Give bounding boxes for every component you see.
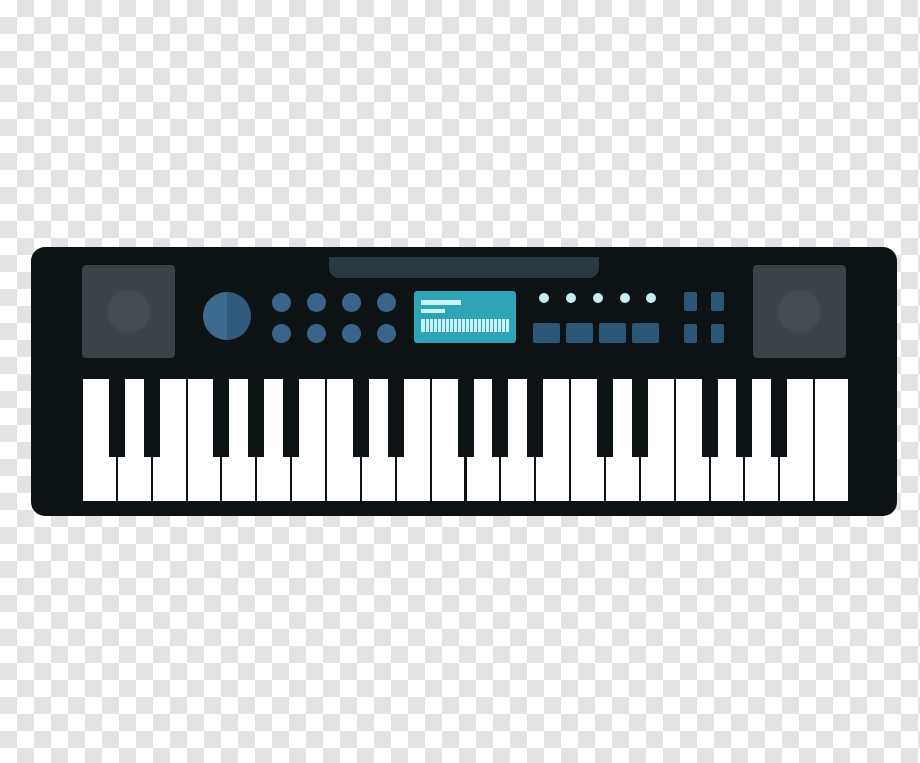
black-key[interactable] bbox=[108, 379, 125, 457]
white-key[interactable] bbox=[815, 379, 848, 501]
black-key[interactable] bbox=[492, 379, 509, 457]
left-speaker bbox=[82, 265, 175, 358]
lcd-key-divider bbox=[425, 319, 426, 332]
piano-keys bbox=[82, 379, 849, 501]
black-key[interactable] bbox=[527, 379, 544, 457]
lcd-key-divider bbox=[505, 319, 506, 332]
knob[interactable] bbox=[307, 293, 326, 312]
lcd-key-divider bbox=[497, 319, 498, 332]
function-pad[interactable] bbox=[599, 323, 626, 343]
lcd-key-divider bbox=[449, 319, 450, 332]
black-key[interactable] bbox=[701, 379, 718, 457]
function-pad[interactable] bbox=[566, 323, 593, 343]
square-button[interactable] bbox=[684, 324, 697, 343]
volume-knob[interactable] bbox=[203, 292, 251, 340]
knob[interactable] bbox=[377, 324, 396, 343]
sheet-music-slot bbox=[329, 257, 599, 278]
indicator-led bbox=[646, 293, 656, 303]
lcd-key-divider bbox=[485, 319, 486, 332]
black-key[interactable] bbox=[387, 379, 404, 457]
function-pad[interactable] bbox=[632, 323, 659, 343]
black-key[interactable] bbox=[771, 379, 788, 457]
lcd-key-divider bbox=[469, 319, 470, 332]
function-pad[interactable] bbox=[533, 323, 560, 343]
lcd-key-divider bbox=[433, 319, 434, 332]
left-speaker-cone bbox=[106, 289, 151, 334]
lcd-screen bbox=[414, 291, 516, 343]
lcd-key-divider bbox=[473, 319, 474, 332]
knob[interactable] bbox=[272, 293, 291, 312]
black-key[interactable] bbox=[631, 379, 648, 457]
lcd-keyboard-graphic bbox=[421, 319, 509, 332]
lcd-key-divider bbox=[501, 319, 502, 332]
lcd-text-line bbox=[421, 300, 461, 305]
lcd-key-divider bbox=[489, 319, 490, 332]
lcd-key-divider bbox=[445, 319, 446, 332]
synthesizer-keyboard bbox=[31, 247, 897, 516]
black-key[interactable] bbox=[596, 379, 613, 457]
knob[interactable] bbox=[377, 293, 396, 312]
black-key[interactable] bbox=[213, 379, 230, 457]
lcd-key-divider bbox=[465, 319, 466, 332]
black-key[interactable] bbox=[352, 379, 369, 457]
lcd-key-divider bbox=[481, 319, 482, 332]
indicator-led bbox=[620, 293, 630, 303]
lcd-key-divider bbox=[457, 319, 458, 332]
indicator-led bbox=[566, 293, 576, 303]
square-button[interactable] bbox=[684, 292, 697, 311]
right-speaker-cone bbox=[777, 289, 822, 334]
square-button[interactable] bbox=[711, 292, 724, 311]
black-key[interactable] bbox=[283, 379, 300, 457]
black-key[interactable] bbox=[457, 379, 474, 457]
knob[interactable] bbox=[342, 324, 361, 343]
knob[interactable] bbox=[272, 324, 291, 343]
black-key[interactable] bbox=[143, 379, 160, 457]
lcd-key-divider bbox=[477, 319, 478, 332]
indicator-led bbox=[539, 293, 549, 303]
right-speaker bbox=[753, 265, 846, 358]
knob[interactable] bbox=[307, 324, 326, 343]
lcd-key-divider bbox=[493, 319, 494, 332]
lcd-key-divider bbox=[429, 319, 430, 332]
square-button[interactable] bbox=[711, 324, 724, 343]
lcd-key-divider bbox=[437, 319, 438, 332]
lcd-key-divider bbox=[453, 319, 454, 332]
indicator-led bbox=[593, 293, 603, 303]
lcd-key-divider bbox=[441, 319, 442, 332]
lcd-key-divider bbox=[461, 319, 462, 332]
black-key[interactable] bbox=[736, 379, 753, 457]
knob[interactable] bbox=[342, 293, 361, 312]
black-key[interactable] bbox=[248, 379, 265, 457]
lcd-text-line bbox=[421, 309, 445, 313]
